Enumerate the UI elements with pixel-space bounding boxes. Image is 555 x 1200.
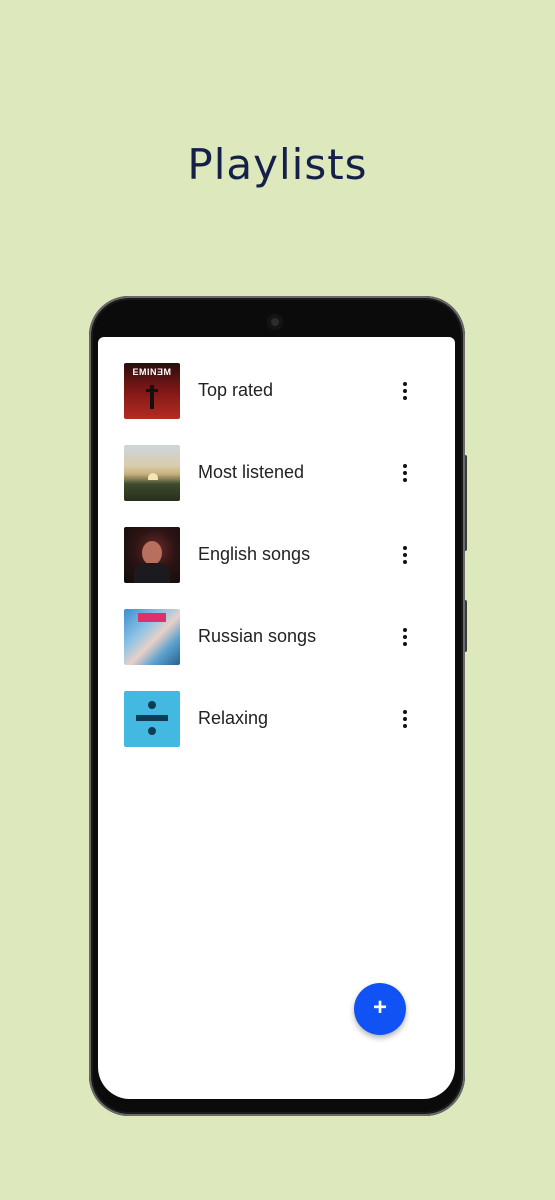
- more-vert-icon[interactable]: [390, 619, 420, 655]
- camera-icon: [267, 314, 283, 330]
- page-title: Playlists: [187, 140, 368, 189]
- playlist-item-most-listened[interactable]: Most listened: [98, 445, 455, 527]
- playlist-item-top-rated[interactable]: EMINƎM Top rated: [98, 363, 455, 445]
- phone-frame: EMINƎM Top rated Most listened English s…: [89, 296, 465, 1116]
- album-art-eminem: EMINƎM: [124, 363, 180, 419]
- more-vert-icon[interactable]: [390, 701, 420, 737]
- playlist-label: Most listened: [198, 462, 305, 482]
- playlist-item-english-songs[interactable]: English songs: [98, 527, 455, 609]
- plus-icon: +: [372, 994, 387, 1021]
- playlist-item-russian-songs[interactable]: Russian songs: [98, 609, 455, 691]
- playlist-list: EMINƎM Top rated Most listened English s…: [98, 363, 455, 773]
- album-art-portrait: [124, 527, 180, 583]
- album-art-text: EMINƎM: [132, 367, 172, 377]
- playlist-label: Top rated: [198, 380, 274, 400]
- album-art-landscape: [124, 445, 180, 501]
- playlist-label: Relaxing: [198, 708, 269, 728]
- more-vert-icon[interactable]: [390, 537, 420, 573]
- album-art-collage: [124, 609, 180, 665]
- app-screen: EMINƎM Top rated Most listened English s…: [98, 337, 455, 1099]
- album-art-divide: [124, 691, 180, 747]
- playlist-item-relaxing[interactable]: Relaxing: [98, 691, 455, 773]
- add-playlist-button[interactable]: +: [354, 983, 406, 1035]
- playlist-label: English songs: [198, 544, 311, 564]
- more-vert-icon[interactable]: [390, 373, 420, 409]
- more-vert-icon[interactable]: [390, 455, 420, 491]
- playlist-label: Russian songs: [198, 626, 317, 646]
